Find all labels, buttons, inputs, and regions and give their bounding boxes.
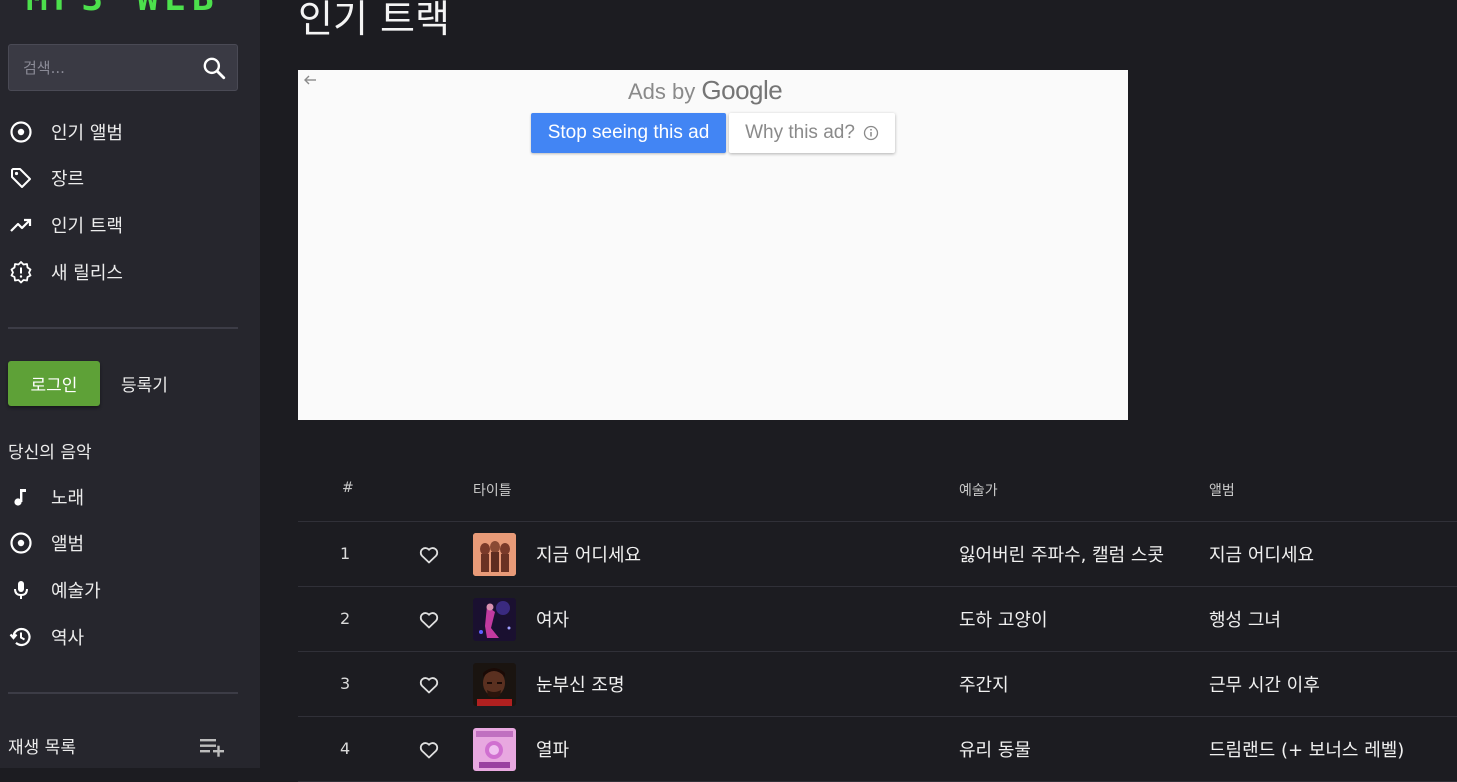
- nav-new-releases[interactable]: 새 릴리스: [8, 257, 123, 287]
- ad-banner: Ads by Google Stop seeing this ad Why th…: [298, 70, 1128, 420]
- tag-icon: [8, 165, 34, 191]
- nav-label: 새 릴리스: [51, 263, 123, 284]
- nav-label: 인기 앨범: [51, 123, 123, 144]
- sidebar-divider: [8, 327, 238, 329]
- nav-label: 장르: [51, 169, 85, 190]
- tracks-table-header: # 타이틀 예술가 앨범: [298, 470, 1457, 522]
- album-icon: [8, 119, 34, 145]
- sidebar: MP3 WEB 인기 앨범 장르: [0, 0, 260, 768]
- track-album[interactable]: 지금 어디세요: [1209, 541, 1314, 567]
- heart-icon[interactable]: [419, 611, 439, 629]
- history-icon: [8, 624, 34, 650]
- header-album[interactable]: 앨범: [1209, 480, 1235, 500]
- sidebar-divider: [8, 692, 238, 694]
- ads-by-label: Ads by Google: [628, 75, 783, 106]
- nav-popular-tracks[interactable]: 인기 트랙: [8, 210, 123, 240]
- nav-history[interactable]: 역사: [8, 622, 84, 652]
- search-icon[interactable]: [201, 55, 227, 81]
- microphone-icon: [8, 577, 34, 603]
- track-album[interactable]: 근무 시간 이후: [1209, 671, 1320, 697]
- header-title[interactable]: 타이틀: [473, 480, 512, 500]
- google-logo: Google: [701, 75, 783, 105]
- nav-songs[interactable]: 노래: [8, 482, 84, 512]
- track-number: 4: [340, 739, 351, 758]
- nav-label: 노래: [51, 488, 85, 509]
- arrow-left-icon[interactable]: [302, 72, 318, 88]
- album-icon: [8, 530, 34, 556]
- why-this-ad-button[interactable]: Why this ad?: [729, 113, 895, 153]
- track-artist[interactable]: 유리 동물: [959, 736, 1031, 762]
- header-number: #: [342, 480, 354, 496]
- page-title: 인기 트랙: [298, 0, 450, 41]
- nav-artists[interactable]: 예술가: [8, 575, 101, 605]
- search-box: [8, 44, 238, 91]
- track-number: 1: [340, 544, 351, 563]
- nav-genres[interactable]: 장르: [8, 163, 84, 193]
- your-music-title: 당신의 음악: [8, 443, 92, 463]
- info-icon: [863, 125, 879, 141]
- why-this-ad-label: Why this ad?: [745, 122, 855, 143]
- app-logo[interactable]: MP3 WEB: [26, 0, 220, 19]
- ads-by-text: Ads by: [628, 79, 696, 104]
- track-number: 3: [340, 674, 351, 693]
- register-link[interactable]: 등록기: [121, 371, 168, 396]
- album-art[interactable]: [473, 728, 516, 771]
- track-title[interactable]: 여자: [536, 606, 569, 632]
- nav-label: 앨범: [51, 534, 85, 555]
- heart-icon[interactable]: [419, 676, 439, 694]
- trending-up-icon: [8, 212, 34, 238]
- header-artist[interactable]: 예술가: [959, 480, 998, 500]
- table-row[interactable]: 2 여자 도하 고양이 행성 그녀: [298, 587, 1457, 652]
- track-artist[interactable]: 잃어버린 주파수, 캘럼 스콧: [959, 541, 1164, 567]
- album-art[interactable]: [473, 663, 516, 706]
- nav-popular-albums[interactable]: 인기 앨범: [8, 117, 123, 147]
- stop-seeing-ad-button[interactable]: Stop seeing this ad: [531, 113, 726, 153]
- album-art[interactable]: [473, 598, 516, 641]
- playlists-title: 재생 목록: [8, 738, 76, 758]
- table-row[interactable]: 3 눈부신 조명 주간지 근무 시간 이후: [298, 652, 1457, 717]
- track-title[interactable]: 지금 어디세요: [536, 541, 641, 567]
- new-releases-icon: [8, 259, 34, 285]
- playlist-add-icon[interactable]: [198, 734, 226, 760]
- heart-icon[interactable]: [419, 741, 439, 759]
- nav-label: 인기 트랙: [51, 216, 123, 237]
- track-album[interactable]: 드림랜드 (+ 보너스 레벨): [1209, 736, 1404, 762]
- nav-albums[interactable]: 앨범: [8, 528, 84, 558]
- table-row[interactable]: 4 열파 유리 동물 드림랜드 (+ 보너스 레벨): [298, 717, 1457, 782]
- track-title[interactable]: 눈부신 조명: [536, 671, 625, 697]
- track-artist[interactable]: 주간지: [959, 671, 1009, 697]
- search-input[interactable]: [9, 45, 199, 90]
- track-number: 2: [340, 609, 351, 628]
- music-note-icon: [8, 484, 34, 510]
- nav-label: 역사: [51, 628, 85, 649]
- nav-label: 예술가: [51, 581, 101, 602]
- track-artist[interactable]: 도하 고양이: [959, 606, 1048, 632]
- album-art[interactable]: [473, 533, 516, 576]
- track-title[interactable]: 열파: [536, 736, 569, 762]
- login-button[interactable]: 로그인: [8, 361, 100, 406]
- heart-icon[interactable]: [419, 546, 439, 564]
- track-album[interactable]: 행성 그녀: [1209, 606, 1281, 632]
- table-row[interactable]: 1 지금 어디세요 잃어버린 주파수, 캘럼 스콧 지금 어디세요: [298, 522, 1457, 587]
